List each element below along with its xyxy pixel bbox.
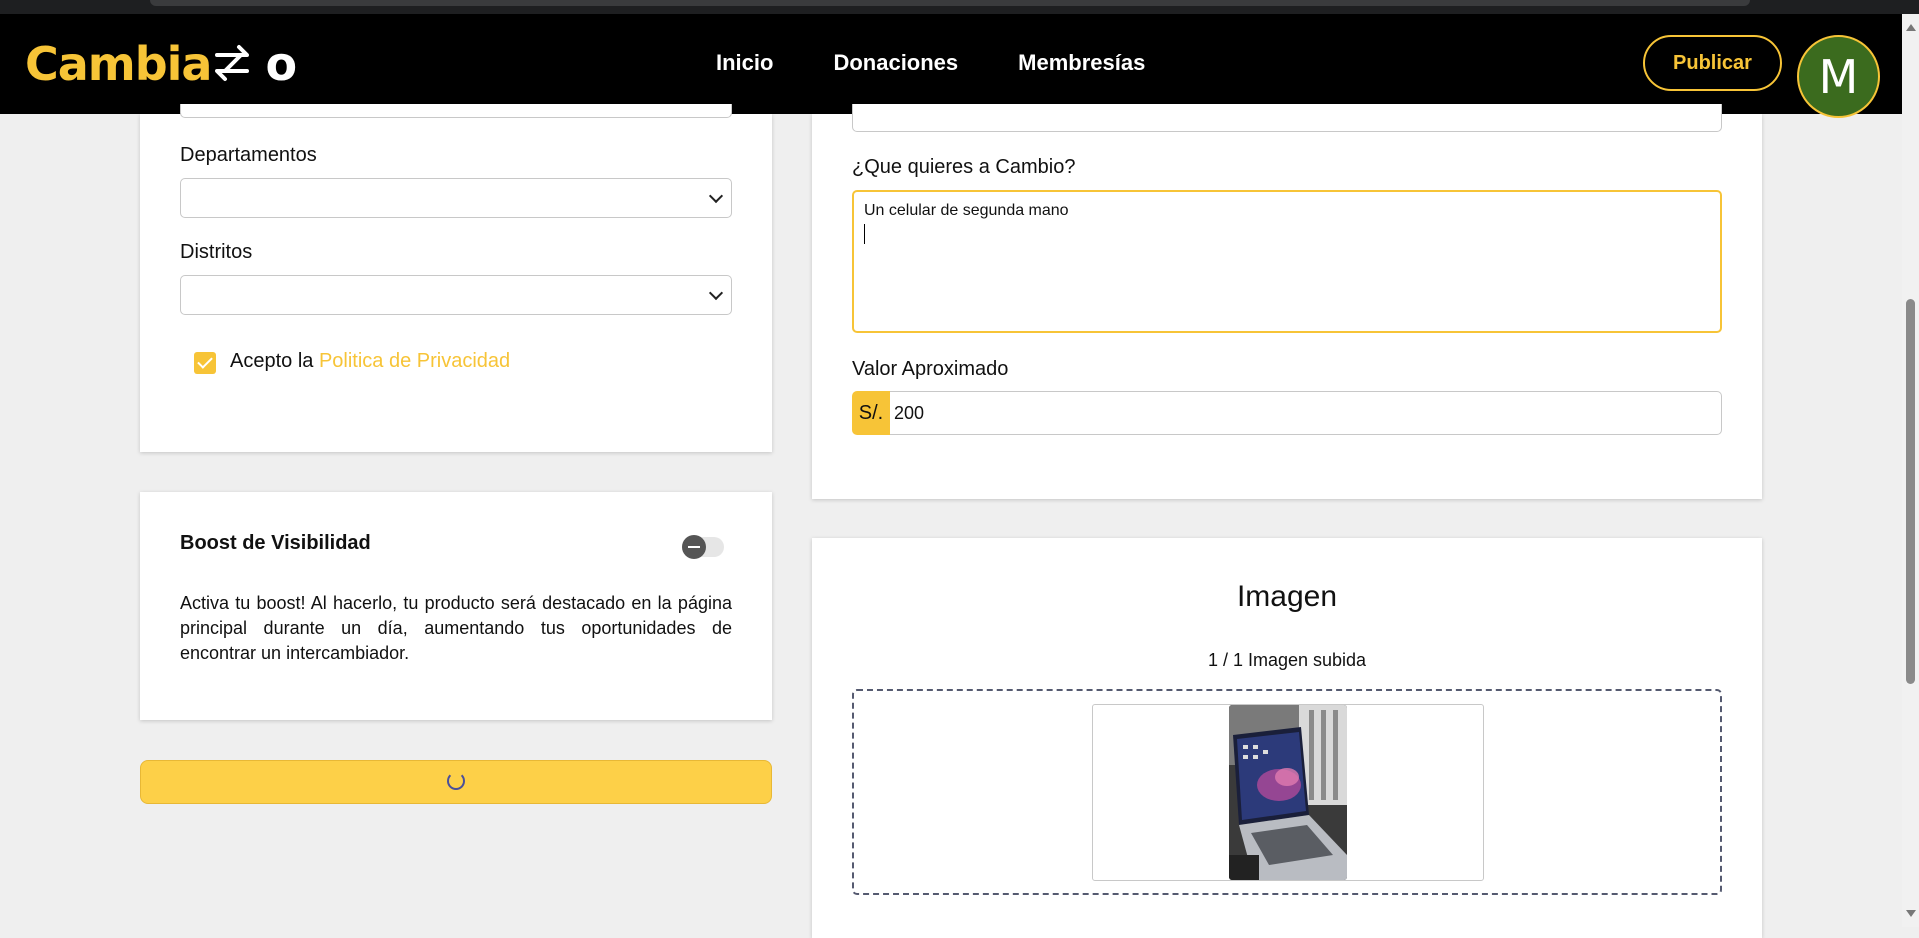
avatar[interactable]: M xyxy=(1797,35,1880,118)
privacy-checkbox[interactable] xyxy=(194,352,216,374)
want-textarea[interactable]: Un celular de segunda mano xyxy=(852,190,1722,333)
location-card: Departamentos Distritos Acepto la Politi… xyxy=(140,104,772,452)
image-card: Imagen 1 / 1 Imagen subida xyxy=(812,538,1762,938)
uploaded-laptop-image xyxy=(1229,705,1347,880)
value-input[interactable]: 200 xyxy=(890,391,1722,435)
browser-tab-strip xyxy=(150,0,1750,6)
scroll-down-icon[interactable] xyxy=(1906,910,1916,917)
privacy-prefix: Acepto la xyxy=(230,350,314,372)
districts-select[interactable] xyxy=(180,275,732,315)
logo-suffix: o xyxy=(265,37,297,91)
districts-label: Distritos xyxy=(180,241,253,263)
chevron-down-icon xyxy=(708,188,724,204)
province-select[interactable] xyxy=(180,104,732,118)
submit-button[interactable] xyxy=(140,760,772,804)
scroll-thumb[interactable] xyxy=(1906,299,1915,684)
previous-input[interactable] xyxy=(852,104,1722,132)
browser-chrome xyxy=(0,0,1919,14)
publish-button[interactable]: Publicar xyxy=(1643,35,1782,91)
departments-select[interactable] xyxy=(180,178,732,218)
exchange-card: ¿Que quieres a Cambio? Un celular de seg… xyxy=(812,104,1762,499)
image-thumbnail-frame[interactable] xyxy=(1092,704,1484,881)
nav-link-inicio[interactable]: Inicio xyxy=(716,50,773,76)
boost-title: Boost de Visibilidad xyxy=(180,532,371,554)
nav-link-membresias[interactable]: Membresías xyxy=(1018,50,1145,76)
text-caret xyxy=(864,224,865,244)
logo[interactable]: Cambia o xyxy=(25,34,297,94)
nav-link-donaciones[interactable]: Donaciones xyxy=(833,50,958,76)
value-label: Valor Aproximado xyxy=(852,358,1009,380)
swap-arrows-icon xyxy=(215,45,250,81)
main-nav: Inicio Donaciones Membresías xyxy=(716,50,1205,76)
scroll-up-icon[interactable] xyxy=(1906,24,1916,31)
image-count: 1 / 1 Imagen subida xyxy=(1207,650,1367,670)
logo-text: Cambia xyxy=(25,37,212,91)
boost-card: Boost de Visibilidad Activa tu boost! Al… xyxy=(140,492,772,720)
chevron-down-icon xyxy=(708,285,724,301)
boost-description: Activa tu boost! Al hacerlo, tu producto… xyxy=(180,593,732,663)
want-label: ¿Que quieres a Cambio? xyxy=(852,156,1076,178)
page-scrollbar[interactable] xyxy=(1902,14,1919,927)
toggle-knob xyxy=(682,535,706,559)
want-value: Un celular de segunda mano xyxy=(864,202,1069,219)
image-title: Imagen xyxy=(1236,580,1338,613)
currency-addon: S/. xyxy=(852,391,890,435)
image-dropzone[interactable] xyxy=(852,689,1722,895)
value-input-group: S/. 200 xyxy=(852,391,1722,435)
navbar: Cambia o Inicio Donaciones Membresías Pu… xyxy=(0,14,1902,118)
departments-label: Departamentos xyxy=(180,144,317,166)
loading-spinner-icon xyxy=(447,772,465,790)
boost-toggle[interactable] xyxy=(682,535,724,559)
privacy-label: Acepto la Politica de Privacidad xyxy=(230,350,510,373)
privacy-policy-link[interactable]: Politica de Privacidad xyxy=(319,350,510,372)
